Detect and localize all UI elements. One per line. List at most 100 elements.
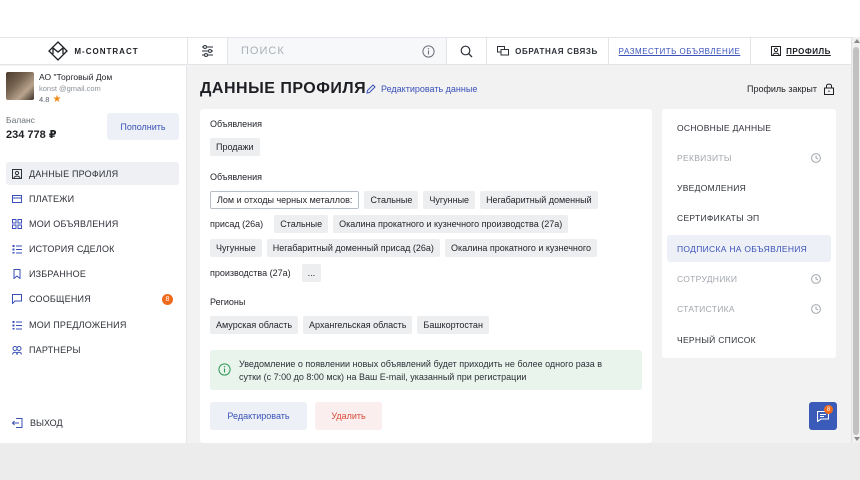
- delete-button[interactable]: Удалить: [315, 402, 382, 430]
- tab-label: РЕКВИЗИТЫ: [677, 152, 732, 163]
- sidebar-item-my-offers[interactable]: МОИ ПРЕДЛОЖЕНИЯ: [6, 313, 179, 336]
- sidebar-item-label: ИЗБРАННОЕ: [29, 269, 87, 280]
- profile-icon: [12, 168, 22, 179]
- sidebar: АО "Торговый Дом konst @gmail.com 4.8 ★ …: [0, 66, 187, 443]
- tag: Негабаритный доменный присад (26а): [266, 239, 440, 257]
- browser-top-area: [0, 0, 860, 37]
- tab-label: ПОДПИСКА НА ОБЪЯВЛЕНИЯ: [677, 243, 808, 254]
- chat-fab-button[interactable]: 8: [809, 402, 837, 430]
- info-circle-icon: [218, 363, 231, 376]
- profile-closed-toggle[interactable]: Профиль закрыт: [747, 83, 835, 95]
- feedback-link[interactable]: ОБРАТНАЯ СВЯЗЬ: [487, 38, 609, 64]
- wallet-icon: [12, 194, 22, 203]
- app-window: M-CONTRACT ПОИСК ОБРАТНАЯ СВЯЗЬ РАЗМЕСТИ…: [0, 37, 860, 443]
- tab-blacklist[interactable]: ЧЕРНЫЙ СПИСОК: [667, 326, 831, 353]
- logo-text: M-CONTRACT: [74, 46, 139, 56]
- tag-list: Продажи: [210, 138, 265, 162]
- place-ad-link[interactable]: РАЗМЕСТИТЬ ОБЪЯВЛЕНИЕ: [609, 38, 751, 64]
- chat-icon: [12, 294, 22, 305]
- sidebar-item-label: МОИ ОБЪЯВЛЕНИЯ: [29, 218, 119, 229]
- region-tag: Амурская область: [210, 316, 299, 334]
- clock-icon: [811, 152, 821, 163]
- tag-list: Лом и отходы черных металлов: Стальные Чуг…: [210, 191, 603, 215]
- tab-basic-data[interactable]: ОСНОВНЫЕ ДАННЫЕ: [667, 114, 831, 141]
- sidebar-item-label: ДАННЫЕ ПРОФИЛЯ: [29, 168, 119, 179]
- tag: Лом и отходы черных металлов:: [210, 191, 360, 209]
- vertical-scrollbar[interactable]: [851, 37, 860, 443]
- search-button[interactable]: [447, 38, 487, 64]
- sidebar-item-profile-data[interactable]: ДАННЫЕ ПРОФИЛЯ: [6, 162, 179, 185]
- partners-icon: [12, 345, 22, 355]
- tag: производства (27а): [210, 268, 291, 278]
- profile-link[interactable]: ПРОФИЛЬ: [751, 38, 851, 64]
- tag: Продажи: [210, 138, 260, 156]
- user-email: konst @gmail.com: [39, 84, 101, 93]
- tab-statistics[interactable]: СТАТИСТИКА: [667, 296, 831, 323]
- subscription-card: Объявления Продажи Объявления Лом и отхо…: [200, 109, 652, 443]
- clock-icon: [811, 304, 821, 315]
- sidebar-item-deal-history[interactable]: ИСТОРИЯ СДЕЛОК: [6, 238, 179, 261]
- sidebar-item-label: МОИ ПРЕДЛОЖЕНИЯ: [29, 319, 127, 330]
- tag: присад (26а): [210, 219, 264, 229]
- avatar: [6, 72, 34, 100]
- sidebar-item-payments[interactable]: ПЛАТЕЖИ: [6, 187, 179, 210]
- tab-requisites[interactable]: РЕКВИЗИТЫ: [667, 144, 831, 171]
- user-card[interactable]: АО "Торговый Дом konst @gmail.com 4.8 ★: [6, 72, 112, 104]
- browser-bottom-area: [0, 443, 860, 480]
- rating-value: 4.8: [39, 95, 50, 104]
- logo-mark-icon: [48, 41, 69, 61]
- sidebar-item-label: ИСТОРИЯ СДЕЛОК: [29, 244, 115, 255]
- notice-box: Уведомление о появлении новых объявлений…: [210, 350, 642, 390]
- clock-icon: [811, 274, 821, 284]
- topup-button[interactable]: Пополнить: [107, 113, 179, 140]
- tab-label: УВЕДОМЛЕНИЯ: [677, 183, 747, 194]
- star-icon: ★: [52, 93, 62, 105]
- sidebar-nav: ДАННЫЕ ПРОФИЛЯ ПЛАТЕЖИ МОИ ОБЪЯВЛЕНИЯ ИС…: [6, 162, 179, 364]
- feedback-label: ОБРАТНАЯ СВЯЗЬ: [515, 46, 598, 56]
- chat-bubbles-icon: [497, 46, 510, 56]
- grid-icon: [12, 218, 22, 229]
- region-tag: Башкортостан: [417, 316, 489, 334]
- regions-label: Регионы: [210, 297, 246, 307]
- tag: Окалина прокатного и кузнечного производ…: [333, 215, 569, 233]
- filter-button[interactable]: [188, 38, 228, 64]
- tag-list: присад (26а) Стальные Окалина прокатного и…: [210, 215, 573, 239]
- sidebar-item-my-ads[interactable]: МОИ ОБЪЯВЛЕНИЯ: [6, 212, 179, 235]
- sidebar-item-label: СООБЩЕНИЯ: [29, 294, 91, 305]
- logout-icon: [12, 418, 23, 428]
- user-rating: 4.8 ★: [39, 93, 112, 105]
- scroll-down-icon[interactable]: [854, 437, 860, 441]
- search-input[interactable]: [241, 45, 411, 57]
- edit-button[interactable]: Редактировать: [210, 402, 307, 430]
- logo[interactable]: M-CONTRACT: [0, 38, 188, 64]
- scroll-up-icon[interactable]: [854, 39, 860, 43]
- notice-text: Уведомление о появлении новых объявлений…: [239, 358, 602, 390]
- tab-label: ЧЕРНЫЙ СПИСОК: [677, 334, 756, 345]
- profile-closed-label: Профиль закрыт: [747, 84, 818, 94]
- logout-label: ВЫХОД: [30, 418, 63, 428]
- sidebar-item-partners[interactable]: ПАРТНЕРЫ: [6, 338, 179, 361]
- profile-label: ПРОФИЛЬ: [786, 46, 831, 56]
- sidebar-item-favorites[interactable]: ИЗБРАННОЕ: [6, 263, 179, 286]
- top-header: M-CONTRACT ПОИСК ОБРАТНАЯ СВЯЗЬ РАЗМЕСТИ…: [0, 37, 851, 65]
- logout-link[interactable]: ВЫХОД: [12, 418, 63, 428]
- search-icon: [460, 45, 473, 57]
- more-tag[interactable]: ...: [301, 264, 322, 282]
- info-icon[interactable]: [422, 45, 435, 58]
- tab-employees[interactable]: СОТРУДНИКИ: [667, 265, 831, 292]
- tag: Стальные: [364, 191, 419, 209]
- tag-list: Чугунные Негабаритный доменный присад (26…: [210, 239, 602, 263]
- tab-ad-subscription[interactable]: ПОДПИСКА НА ОБЪЯВЛЕНИЯ: [667, 235, 831, 263]
- region-tag-list: Амурская область Архангельская область Баш…: [210, 316, 494, 340]
- bookmark-icon: [13, 269, 21, 280]
- tab-notifications[interactable]: УВЕДОМЛЕНИЯ: [667, 175, 831, 202]
- sidebar-item-messages[interactable]: СООБЩЕНИЯ 8: [6, 288, 179, 311]
- edit-data-link[interactable]: Редактировать данные: [366, 84, 477, 94]
- scrollbar-thumb[interactable]: [853, 47, 859, 435]
- pencil-icon: [366, 84, 376, 94]
- section-label: Объявления: [210, 119, 263, 129]
- user-name: АО "Торговый Дом: [39, 72, 113, 82]
- tab-certificates[interactable]: СЕРТИФИКАТЫ ЭП: [667, 205, 831, 232]
- search-box: [228, 38, 447, 64]
- sidebar-item-label: ПЛАТЕЖИ: [29, 193, 75, 204]
